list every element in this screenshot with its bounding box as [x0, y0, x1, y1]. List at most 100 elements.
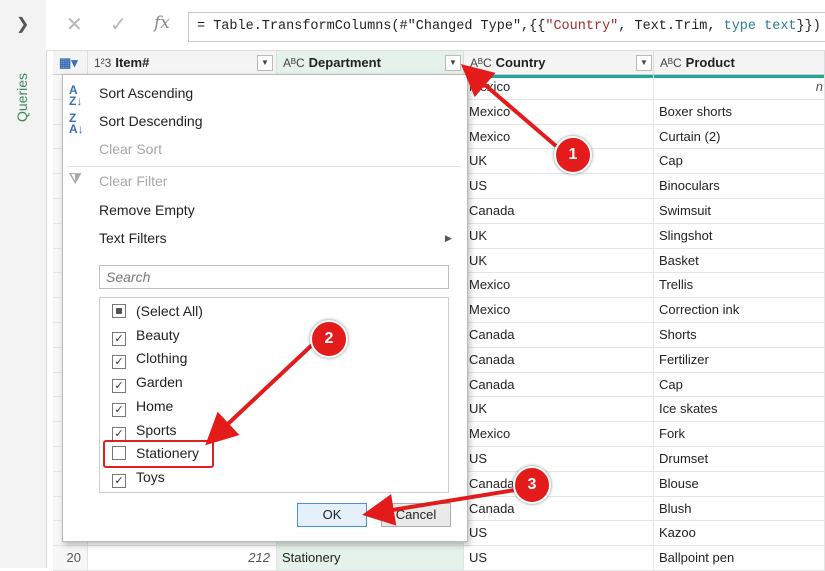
cell-product[interactable]: Slingshot: [654, 223, 825, 248]
cell-country[interactable]: UK: [464, 248, 654, 273]
cell-country[interactable]: Mexico: [464, 273, 654, 298]
text-type-icon[interactable]: AᴮC: [660, 56, 682, 70]
checkbox[interactable]: ✓: [112, 426, 126, 441]
cell-product[interactable]: Swimsuit: [654, 199, 825, 223]
column-header-country[interactable]: AᴮC Country ▼: [464, 51, 654, 75]
checklist-label: Home: [136, 397, 174, 414]
column-header-item[interactable]: 1²3 Item# ▼: [88, 51, 277, 75]
table-row[interactable]: 20 212 Stationery US Ballpoint pen: [53, 546, 825, 571]
checkbox[interactable]: [112, 304, 126, 318]
expand-chevron-icon[interactable]: ❯: [16, 14, 29, 34]
table-menu-icon[interactable]: ▦▾: [53, 51, 88, 75]
checklist-label: Clothing: [136, 350, 188, 367]
cell-product[interactable]: Trellis: [654, 273, 825, 298]
ok-button[interactable]: OK: [297, 503, 367, 527]
cell-country[interactable]: Canada: [464, 199, 654, 223]
cell-product[interactable]: Blouse: [654, 471, 825, 496]
cell-product[interactable]: Cap: [654, 149, 825, 174]
queries-pane[interactable]: ❯ Queries: [0, 0, 47, 568]
column-name: Item#: [115, 55, 150, 70]
filter-dropdown-icon[interactable]: ▼: [636, 55, 652, 71]
formula-suffix: }}): [796, 19, 821, 34]
cell-product[interactable]: Blush: [654, 496, 825, 521]
checklist-label: Sports: [136, 421, 177, 438]
cell-product[interactable]: Kazoo: [654, 521, 825, 546]
cell-country[interactable]: Mexico: [464, 422, 654, 446]
cell-product[interactable]: Ballpoint pen: [654, 546, 825, 570]
step-badge-2: 2: [310, 320, 348, 358]
cell-country[interactable]: Mexico: [464, 298, 654, 322]
cell-country[interactable]: Canada: [464, 323, 654, 347]
checklist-item[interactable]: (Select All): [112, 301, 203, 321]
cancel-button[interactable]: Cancel: [381, 503, 451, 527]
cell-product[interactable]: Shorts: [654, 323, 825, 347]
column-name: Country: [495, 55, 546, 70]
menu-divider: [67, 166, 461, 167]
cell-rn[interactable]: 20: [53, 546, 88, 570]
checkbox[interactable]: ✓: [112, 473, 126, 488]
cell-country[interactable]: Canada: [464, 496, 654, 521]
column-header-product[interactable]: AᴮC Product: [654, 51, 825, 75]
search-input[interactable]: Search: [99, 265, 449, 289]
checklist-item[interactable]: ✓ Clothing: [112, 348, 188, 370]
cell-product[interactable]: Ice skates: [654, 397, 825, 422]
cell-country[interactable]: US: [464, 447, 654, 471]
checklist-label: (Select All): [136, 303, 203, 319]
checklist-item[interactable]: ✓ Garden: [112, 372, 183, 394]
text-type-icon[interactable]: AᴮC: [283, 56, 305, 70]
cancel-x-icon[interactable]: ✕: [66, 12, 83, 37]
cell-country[interactable]: Canada: [464, 347, 654, 372]
sort-ascending-item[interactable]: Sort Ascending: [99, 85, 193, 101]
cell-country[interactable]: Canada: [464, 471, 654, 496]
cell-country[interactable]: US: [464, 174, 654, 198]
cell-product[interactable]: Boxer shorts: [654, 99, 825, 124]
formula-string: "Country": [545, 19, 619, 34]
filter-dropdown-icon[interactable]: ▼: [445, 55, 461, 71]
formula-input[interactable]: = Table.TransformColumns(#"Changed Type"…: [188, 12, 825, 42]
cell-overflow: n: [815, 79, 823, 94]
cell-product[interactable]: Fertilizer: [654, 347, 825, 372]
checklist-label: Beauty: [136, 326, 180, 343]
cell-product[interactable]: Basket: [654, 248, 825, 273]
clear-sort-item: Clear Sort: [99, 141, 163, 157]
formula-keyword-type: type: [723, 19, 757, 34]
text-filters-item[interactable]: Text Filters: [99, 230, 167, 246]
sort-ascending-icon: A Z↓: [69, 83, 83, 108]
checklist-item[interactable]: ✓ Sports: [112, 420, 177, 441]
fx-icon[interactable]: fx: [154, 13, 170, 33]
cell-dept[interactable]: Stationery: [277, 546, 464, 570]
commit-check-icon[interactable]: ✓: [110, 12, 127, 37]
remove-empty-item[interactable]: Remove Empty: [99, 202, 195, 218]
text-type-icon[interactable]: AᴮC: [470, 56, 492, 70]
cell-country[interactable]: Mexico: [464, 99, 654, 124]
queries-label[interactable]: Queries: [14, 62, 30, 122]
cell-product[interactable]: Binoculars: [654, 174, 825, 198]
cell-product[interactable]: Correction ink: [654, 298, 825, 322]
cell-country[interactable]: UK: [464, 223, 654, 248]
checkbox[interactable]: ✓: [112, 331, 126, 346]
checklist-item[interactable]: ✓ Toys: [112, 467, 165, 488]
cell-country[interactable]: US: [464, 546, 654, 570]
cell-product[interactable]: [654, 75, 825, 99]
checkbox[interactable]: ✓: [112, 379, 126, 394]
cell-country[interactable]: US: [464, 521, 654, 546]
filter-dropdown-panel: A Z↓ Sort Ascending Z A↓ Sort Descending C…: [62, 74, 468, 542]
cell-country[interactable]: Mexico: [464, 75, 654, 99]
step-badge-1: 1: [554, 136, 592, 174]
sort-descending-item[interactable]: Sort Descending: [99, 113, 203, 129]
checklist-item[interactable]: ✓ Home: [112, 396, 174, 417]
cell-country[interactable]: Canada: [464, 372, 654, 397]
cell-product[interactable]: Fork: [654, 422, 825, 446]
checklist-item[interactable]: ✓ Beauty: [112, 325, 180, 346]
cell-item[interactable]: 212: [88, 546, 277, 570]
number-type-icon[interactable]: 1²3: [94, 56, 111, 70]
cell-product[interactable]: Curtain (2): [654, 124, 825, 149]
column-header-department[interactable]: AᴮC Department ▼: [277, 51, 464, 75]
filter-dropdown-icon[interactable]: ▼: [257, 55, 273, 71]
cell-product[interactable]: Drumset: [654, 447, 825, 471]
formula-keyword-text: text: [764, 19, 797, 34]
checkbox[interactable]: ✓: [112, 355, 126, 370]
cell-product[interactable]: Cap: [654, 372, 825, 397]
cell-country[interactable]: UK: [464, 397, 654, 422]
checkbox[interactable]: ✓: [112, 402, 126, 417]
